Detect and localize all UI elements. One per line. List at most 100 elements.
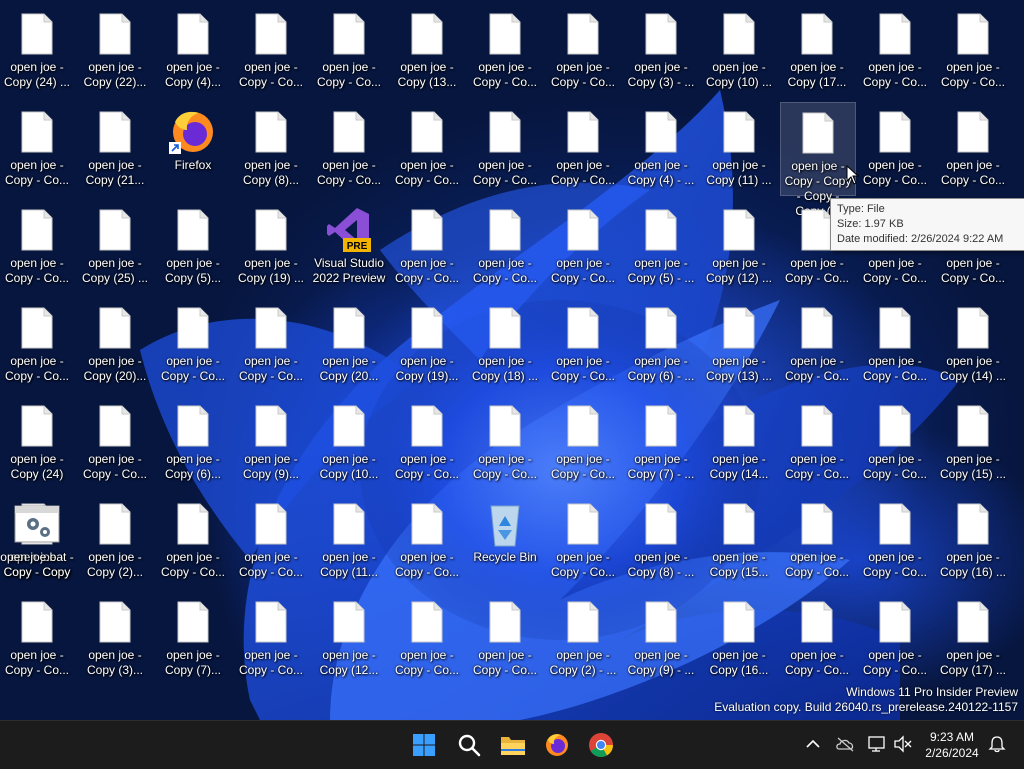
desktop-file-icon[interactable]: open joe - Copy - Co...	[390, 494, 464, 586]
desktop-file-icon[interactable]: open joe - Copy (14) ...	[936, 298, 1010, 390]
file-explorer-button[interactable]	[495, 727, 531, 763]
desktop-file-icon[interactable]: open joe - Copy (6) - ...	[624, 298, 698, 390]
desktop-file-icon[interactable]: open joe - Copy - Co...	[546, 4, 620, 96]
desktop-file-icon[interactable]: open joe - Copy (11...	[312, 494, 386, 586]
desktop-file-icon[interactable]: open joe - Copy - Co...	[858, 298, 932, 390]
desktop-file-icon[interactable]: open joe - Copy - Co...	[468, 592, 542, 684]
desktop-file-icon[interactable]: open joe - Copy - Copy - Copy - Copy (..…	[780, 102, 856, 218]
desktop-file-icon[interactable]: open joe - Copy - Co...	[936, 4, 1010, 96]
volume-button[interactable]	[892, 733, 914, 755]
show-hidden-icons-button[interactable]	[802, 733, 824, 755]
desktop-file-icon[interactable]: open joe - Copy - Co...	[546, 102, 620, 194]
desktop-file-icon[interactable]: open joe - Copy - Co...	[156, 494, 230, 586]
desktop-file-icon[interactable]: open joe - Copy - Co...	[858, 396, 932, 488]
desktop-file-icon[interactable]: open joe - Copy (20)...	[78, 298, 152, 390]
desktop-file-icon[interactable]: open joe - Copy (3) - ...	[624, 4, 698, 96]
desktop-file-icon[interactable]: open joe - Copy - Co...	[390, 396, 464, 488]
desktop-file-icon[interactable]: open joe - Copy (8) - ...	[624, 494, 698, 586]
desktop-file-icon[interactable]: open joe - Copy (15) ...	[936, 396, 1010, 488]
firefox-taskbar-button[interactable]	[539, 727, 575, 763]
chrome-taskbar-button[interactable]	[583, 727, 619, 763]
desktop-file-icon[interactable]: open joe - Copy - Co...	[858, 494, 932, 586]
network-button[interactable]	[866, 733, 888, 755]
desktop-file-icon[interactable]: open joe - Copy - Co...	[468, 4, 542, 96]
desktop-file-icon[interactable]: open joe - Copy - Co...	[0, 102, 74, 194]
desktop-file-icon[interactable]: open joe - Copy - Co...	[234, 4, 308, 96]
desktop-file-icon[interactable]: open joe - Copy - Co...	[312, 4, 386, 96]
desktop-file-icon[interactable]: open joe - Copy - Co...	[546, 200, 620, 292]
desktop-file-icon[interactable]: open joe - Copy (10) ...	[702, 4, 776, 96]
search-button[interactable]	[451, 727, 487, 763]
recycle-bin[interactable]: Recycle Bin	[468, 494, 542, 586]
desktop-file-icon[interactable]: open joe - Copy (4) - ...	[624, 102, 698, 194]
desktop-file-icon[interactable]: open joe - Copy - Co...	[468, 396, 542, 488]
desktop[interactable]: open joe - Copy (24) ... open joe - Copy …	[0, 0, 1024, 720]
desktop-file-icon[interactable]: open joe - Copy - Co...	[0, 200, 74, 292]
desktop-file-icon[interactable]: open joe - Copy - Co...	[858, 102, 932, 194]
desktop-file-icon[interactable]: open joe - Copy (16...	[702, 592, 776, 684]
desktop-file-icon[interactable]: open joe - Copy (17) ...	[936, 592, 1010, 684]
desktop-file-icon[interactable]: open joe - Copy - Co...	[780, 494, 854, 586]
desktop-file-icon[interactable]: open joe - Copy - Co...	[468, 102, 542, 194]
desktop-file-icon[interactable]: open joe - Copy - Co...	[858, 4, 932, 96]
desktop-file-icon[interactable]: open joe - Copy - Co...	[468, 200, 542, 292]
desktop-file-icon[interactable]: open joe - Copy (16) ...	[936, 494, 1010, 586]
desktop-file-icon[interactable]: open joe - Copy - Co...	[780, 592, 854, 684]
desktop-file-icon[interactable]: open joe - Copy (17...	[780, 4, 854, 96]
desktop-file-icon[interactable]: open joe - Copy - Co...	[0, 592, 74, 684]
desktop-file-icon[interactable]: open joe - Copy - Co...	[546, 494, 620, 586]
desktop-file-icon[interactable]: open joe - Copy (5)...	[156, 200, 230, 292]
desktop-file-icon[interactable]: open joe - Copy - Co...	[858, 592, 932, 684]
taskbar-clock[interactable]: 9:23 AM 2/26/2024	[922, 729, 982, 761]
desktop-file-icon[interactable]: open joe - Copy (3)...	[78, 592, 152, 684]
desktop-file-icon[interactable]: open joe - Copy - Co...	[0, 298, 74, 390]
desktop-file-icon[interactable]: open joe - Copy (25) ...	[78, 200, 152, 292]
desktop-file-icon[interactable]: open joe - Copy - Co...	[546, 298, 620, 390]
start-button[interactable]	[406, 727, 442, 763]
desktop-file-icon[interactable]: open joe - Copy (12...	[312, 592, 386, 684]
desktop-file-icon[interactable]: open joe - Copy (12) ...	[702, 200, 776, 292]
desktop-file-icon[interactable]: open joe - Copy - Co...	[390, 200, 464, 292]
bat-file-icon[interactable]: open joe.bat - Copy - Copy	[0, 494, 74, 586]
desktop-file-icon[interactable]: open joe - Copy (13) ...	[702, 298, 776, 390]
desktop-file-icon[interactable]: open joe - Copy (5) - ...	[624, 200, 698, 292]
desktop-file-icon[interactable]: open joe - Copy (8)...	[234, 102, 308, 194]
desktop-file-icon[interactable]: open joe - Copy - Co...	[780, 298, 854, 390]
desktop-file-icon[interactable]: open joe - Copy (24) ...	[0, 4, 74, 96]
desktop-file-icon[interactable]: open joe - Copy (19) ...	[234, 200, 308, 292]
firefox-shortcut[interactable]: Firefox	[156, 102, 230, 194]
desktop-file-icon[interactable]: open joe - Copy (9) - ...	[624, 592, 698, 684]
desktop-file-icon[interactable]: open joe - Copy - Co...	[234, 298, 308, 390]
desktop-file-icon[interactable]: open joe - Copy (22)...	[78, 4, 152, 96]
desktop-file-icon[interactable]: open joe - Copy (6)...	[156, 396, 230, 488]
desktop-file-icon[interactable]: open joe - Copy - Co...	[234, 494, 308, 586]
desktop-file-icon[interactable]: open joe - Copy (10...	[312, 396, 386, 488]
desktop-file-icon[interactable]: open joe - Copy (20...	[312, 298, 386, 390]
desktop-file-icon[interactable]: open joe - Copy - Co...	[234, 592, 308, 684]
desktop-file-icon[interactable]: open joe - Copy (11) ...	[702, 102, 776, 194]
desktop-file-icon[interactable]: open joe - Copy - Co...	[312, 102, 386, 194]
desktop-file-icon[interactable]: open joe - Copy - Co...	[780, 396, 854, 488]
notifications-button[interactable]	[986, 733, 1008, 755]
desktop-file-icon[interactable]: open joe - Copy (19)...	[390, 298, 464, 390]
desktop-file-icon[interactable]: open joe - Copy (21...	[78, 102, 152, 194]
desktop-file-icon[interactable]: open joe - Copy (14...	[702, 396, 776, 488]
desktop-file-icon[interactable]: open joe - Copy - Co...	[390, 592, 464, 684]
desktop-file-icon[interactable]: open joe - Copy (7)...	[156, 592, 230, 684]
desktop-file-icon[interactable]: open joe - Copy (15...	[702, 494, 776, 586]
desktop-file-icon[interactable]: open joe - Copy (2) - ...	[546, 592, 620, 684]
desktop-file-icon[interactable]: open joe - Copy (7) - ...	[624, 396, 698, 488]
desktop-file-icon[interactable]: open joe - Copy - Co...	[156, 298, 230, 390]
desktop-file-icon[interactable]: open joe - Copy (2)...	[78, 494, 152, 586]
desktop-file-icon[interactable]: open joe - Copy (24)	[0, 396, 74, 488]
desktop-file-icon[interactable]: open joe - Copy - Co...	[546, 396, 620, 488]
desktop-file-icon[interactable]: open joe - Copy - Co...	[936, 102, 1010, 194]
desktop-file-icon[interactable]: open joe - Copy (18) ...	[468, 298, 542, 390]
desktop-file-icon[interactable]: open joe - Copy (9)...	[234, 396, 308, 488]
visual-studio-shortcut[interactable]: PRE Visual Studio 2022 Preview	[312, 200, 386, 292]
desktop-file-icon[interactable]: open joe - Copy (4)...	[156, 4, 230, 96]
onedrive-button[interactable]	[834, 733, 856, 755]
desktop-file-icon[interactable]: open joe - Copy - Co...	[78, 396, 152, 488]
desktop-file-icon[interactable]: open joe - Copy - Co...	[390, 102, 464, 194]
desktop-file-icon[interactable]: open joe - Copy (13...	[390, 4, 464, 96]
